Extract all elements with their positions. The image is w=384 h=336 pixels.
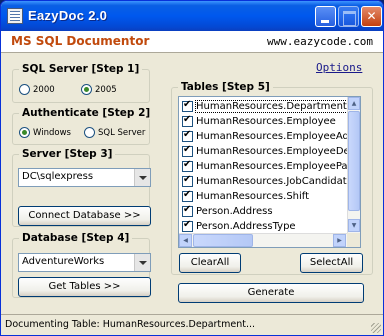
scroll-left-icon[interactable]: ◀ (179, 234, 192, 247)
options-link[interactable]: Options (316, 61, 362, 74)
scroll-right-icon[interactable]: ▶ (333, 234, 346, 247)
radio-checked-icon (19, 127, 30, 138)
tables-checklist[interactable]: HumanResources.Department HumanResources… (178, 96, 361, 248)
app-window: EazyDoc 2.0 ✕ MS SQL Documentor www.eazy… (0, 0, 384, 336)
list-item[interactable]: HumanResources.EmployeeDep (182, 144, 356, 159)
title-bar[interactable]: EazyDoc 2.0 ✕ (1, 1, 383, 31)
checkbox-checked-icon[interactable] (182, 174, 193, 187)
checkbox-checked-icon[interactable] (182, 114, 193, 127)
connect-database-button[interactable]: Connect Database >> (18, 206, 151, 226)
sql-server-label: SQL Server [Step 1] (19, 63, 143, 75)
database-label: Database [Step 4] (19, 232, 133, 244)
list-item[interactable]: HumanResources.Department (182, 99, 348, 114)
chevron-down-icon[interactable] (134, 254, 150, 271)
windows-auth-radio[interactable]: Windows (19, 127, 71, 138)
scroll-thumb[interactable] (193, 234, 253, 247)
scroll-up-icon[interactable]: ▲ (348, 97, 360, 110)
authenticate-label: Authenticate [Step 2] (19, 107, 154, 119)
app-heading: MS SQL Documentor (11, 34, 150, 48)
radio-checked-icon (81, 84, 92, 95)
list-item[interactable]: Person.Address (182, 204, 273, 219)
checkbox-checked-icon[interactable] (182, 99, 193, 112)
checkbox-checked-icon[interactable] (182, 144, 193, 157)
checkbox-checked-icon[interactable] (182, 219, 193, 232)
server-combo[interactable]: DC\sqlexpress (18, 168, 151, 187)
generate-button[interactable]: Generate (178, 283, 364, 303)
checkbox-checked-icon[interactable] (182, 189, 193, 202)
checkbox-checked-icon[interactable] (182, 204, 193, 217)
sql-auth-radio[interactable]: SQL Server (84, 127, 145, 138)
window-title: EazyDoc 2.0 (28, 8, 108, 23)
server-label: Server [Step 3] (19, 148, 116, 160)
list-item[interactable]: HumanResources.EmployeeAdd (182, 129, 355, 144)
app-header: MS SQL Documentor www.eazycode.com (1, 31, 383, 53)
get-tables-button[interactable]: Get Tables >> (18, 277, 151, 297)
scroll-corner (347, 233, 360, 247)
scroll-thumb[interactable] (348, 111, 360, 211)
status-bar: Documenting Table: HumanResources.Depart… (1, 314, 383, 335)
database-combo[interactable]: AdventureWorks (18, 253, 151, 272)
checkbox-checked-icon[interactable] (182, 159, 193, 172)
resize-grip-icon[interactable] (371, 323, 381, 333)
close-button[interactable]: ✕ (361, 6, 382, 27)
radio-circle-icon (19, 84, 30, 95)
status-text: Documenting Table: HumanResources.Depart… (5, 319, 256, 330)
radio-circle-icon (84, 127, 95, 138)
sql-2000-radio[interactable]: 2000 (19, 84, 55, 95)
list-item[interactable]: HumanResources.JobCandidate (182, 174, 353, 189)
list-item[interactable]: HumanResources.Employee (182, 114, 336, 129)
tables-label: Tables [Step 5] (178, 81, 273, 93)
scroll-down-icon[interactable]: ▼ (348, 219, 360, 232)
list-item[interactable]: HumanResources.EmployeePay (182, 159, 353, 174)
vertical-scrollbar[interactable]: ▲ ▼ (347, 97, 360, 233)
sql-2005-radio[interactable]: 2005 (81, 84, 117, 95)
chevron-down-icon[interactable] (134, 169, 150, 186)
clear-all-button[interactable]: ClearAll (179, 253, 241, 273)
app-icon (7, 8, 23, 24)
list-item[interactable]: HumanResources.Shift (182, 189, 309, 204)
checkbox-checked-icon[interactable] (182, 129, 193, 142)
list-item[interactable]: Person.AddressType (182, 219, 296, 234)
website-url: www.eazycode.com (267, 35, 373, 48)
horizontal-scrollbar[interactable]: ◀ ▶ (179, 233, 347, 247)
maximize-button (338, 6, 359, 27)
select-all-button[interactable]: SelectAll (300, 253, 363, 273)
minimize-button[interactable] (315, 6, 336, 27)
